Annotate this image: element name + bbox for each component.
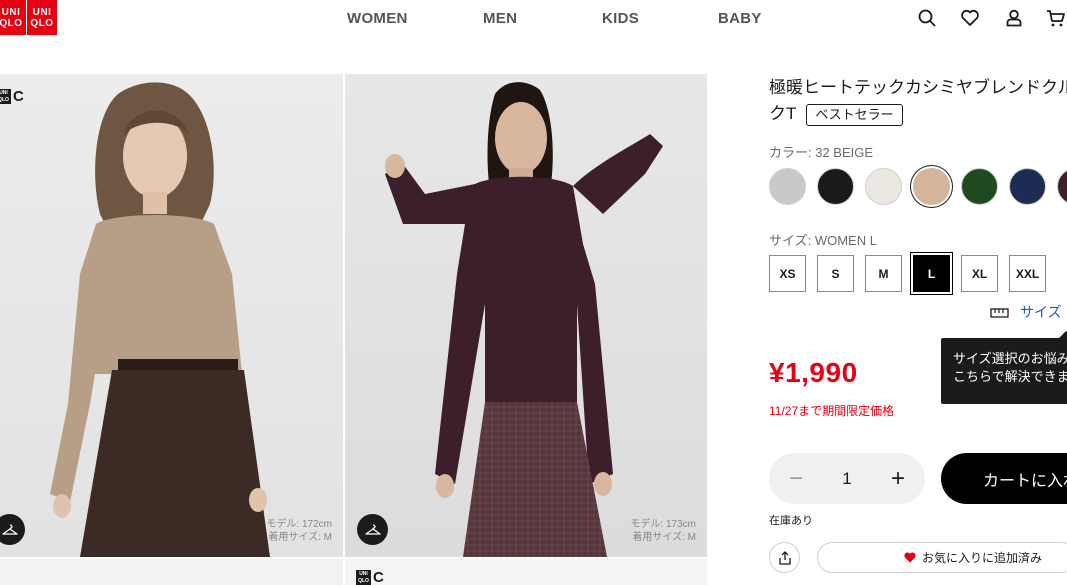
product-page: UNI QLO UNI QLO WOMEN MEN KIDS BABY UNI … [0,0,1067,585]
bestseller-badge: ベストセラー [806,103,903,126]
stock-status: 在庫あり [769,515,813,527]
tooltip-line-1: サイズ選択のお悩み [953,351,1067,366]
user-icon[interactable] [1004,8,1024,28]
nav-men[interactable]: MEN [483,10,517,27]
model-info-1: モデル: 172cm 着用サイズ: M [266,518,332,544]
model-beige-photo [50,82,270,557]
share-button[interactable] [769,542,800,573]
brand-mark-c: UNI QLO C [356,569,384,585]
decrease-quantity-button[interactable]: − [783,465,809,492]
model-cardigan-photo [385,82,663,557]
color-swatch[interactable] [1057,168,1067,205]
brand-mark-box: UNI QLO [356,570,371,585]
tooltip-arrow [1059,331,1067,338]
model-size: 着用サイズ: M [632,532,696,543]
color-swatch[interactable] [1009,168,1046,205]
brand-mark-box: UNI QLO [0,89,11,104]
size-option[interactable]: XS [769,255,806,292]
nav-kids[interactable]: KIDS [602,10,639,27]
size-option[interactable]: XXL [1009,255,1046,292]
heart-filled-icon [904,552,916,563]
search-icon[interactable] [917,8,937,28]
ruler-icon [990,307,1009,318]
increase-quantity-button[interactable]: + [885,465,911,492]
nav-baby[interactable]: BABY [718,10,762,27]
product-photo-2[interactable]: モデル: 173cm 着用サイズ: M [345,74,707,557]
size-option[interactable]: XL [961,255,998,292]
site-header: UNI QLO UNI QLO WOMEN MEN KIDS BABY [0,0,1067,40]
color-label: カラー: 32 BEIGE [769,145,874,160]
size-tooltip: サイズ選択のお悩み こちらで解決できま [941,331,1067,404]
size-option[interactable]: M [865,255,902,292]
nav-women[interactable]: WOMEN [347,10,408,27]
model-height: モデル: 172cm [266,519,332,530]
promo-text: 11/27まで期間限定価格 [769,404,895,418]
share-icon [778,550,791,565]
favorite-button[interactable]: お気に入りに追加済み [817,542,1067,573]
cart-icon[interactable] [1046,8,1066,28]
color-swatch[interactable] [913,168,950,205]
favorite-label: お気に入りに追加済み [922,551,1043,565]
tooltip-line-2: こちらで解決できま [953,369,1067,384]
model-size: 着用サイズ: M [268,532,332,543]
quantity-stepper: − 1 + [769,453,925,504]
size-label: サイズ: WOMEN L [769,233,877,248]
brand-mark-c: UNI QLO C [0,88,24,105]
product-photo-3[interactable] [0,559,343,585]
color-swatch[interactable] [961,168,998,205]
size-option[interactable]: L [913,255,950,292]
product-photo-4[interactable]: UNI QLO C [345,559,707,585]
color-swatch[interactable] [769,168,806,205]
main-nav: WOMEN MEN KIDS BABY [0,10,1067,30]
product-title-line2: クT [769,104,797,123]
color-swatch[interactable] [865,168,902,205]
add-to-cart-button[interactable]: カートに入れ [941,453,1067,504]
model-height: モデル: 173cm [630,519,696,530]
hanger-icon[interactable] [357,514,388,545]
heart-icon[interactable] [960,8,980,28]
product-title-line1: 極暖ヒートテックカシミヤブレンドクル [769,78,1067,97]
model-info-2: モデル: 173cm 着用サイズ: M [630,518,696,544]
size-option[interactable]: S [817,255,854,292]
size-guide-link[interactable]: サイズ [990,302,1062,322]
color-swatch[interactable] [817,168,854,205]
quantity-value[interactable]: 1 [842,469,851,489]
add-to-cart-label: カートに入れ [983,472,1067,490]
product-photo-1[interactable]: UNI QLO C モデル: 172cm 着用サイズ: M [0,74,343,557]
product-title: 極暖ヒートテックカシミヤブレンドクル クT ベストセラー [769,75,1067,127]
size-guide-label: サイズ [1020,304,1062,320]
price: ¥1,990 [769,357,858,388]
